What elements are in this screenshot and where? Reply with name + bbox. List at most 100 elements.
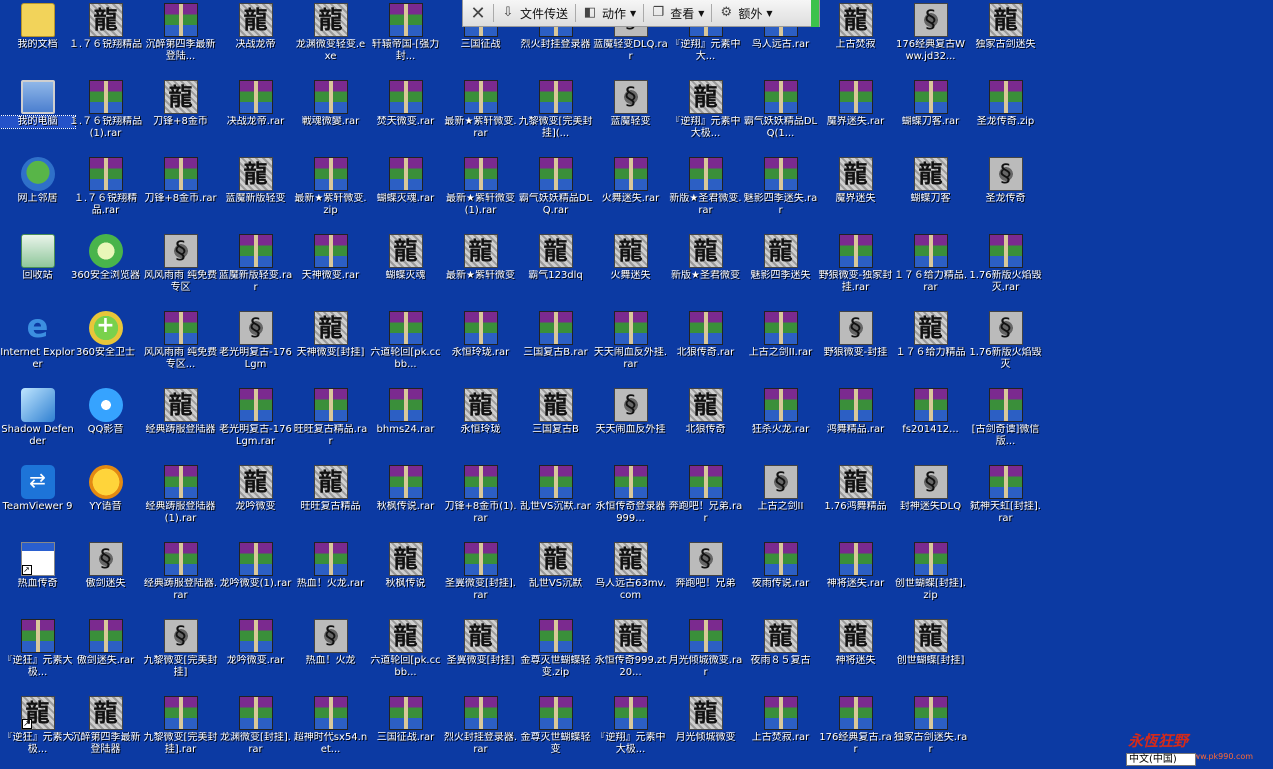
- desktop-icon[interactable]: 沉醉第四季最新登陆...: [143, 0, 218, 76]
- desktop-icon[interactable]: 北狼传奇.rar: [668, 308, 743, 384]
- desktop-icon[interactable]: 经典踌服登陆器.rar: [143, 539, 218, 615]
- desktop-icon[interactable]: 热血！火龙.rar: [293, 539, 368, 615]
- desktop-icon[interactable]: 轩辕帝国-[强力封...: [368, 0, 443, 76]
- desktop-icon[interactable]: 三国征战.rar: [368, 693, 443, 769]
- desktop-icon[interactable]: 三国复古B.rar: [518, 308, 593, 384]
- desktop-icon[interactable]: 刀锋+8金币.rar: [143, 154, 218, 230]
- desktop-icon[interactable]: 封神迷失DLQ: [893, 462, 968, 538]
- desktop-icon[interactable]: 决战龙帝.rar: [218, 77, 293, 153]
- desktop-icon[interactable]: 弑神天虹[封挂].rar: [968, 462, 1043, 538]
- desktop-icon[interactable]: 圣龙传奇: [968, 154, 1043, 230]
- desktop-icon[interactable]: 魅影四季迷失: [743, 231, 818, 307]
- desktop-icon[interactable]: 经典踌服登陆器(1).rar: [143, 462, 218, 538]
- desktop-icon[interactable]: 蓝魔新版轻变: [218, 154, 293, 230]
- extra-menu-button[interactable]: ⚙ 额外 ▼: [712, 0, 779, 27]
- desktop-icon[interactable]: 旺旺复古精品: [293, 462, 368, 538]
- desktop-icon[interactable]: 野狼微变-独家封挂.rar: [818, 231, 893, 307]
- desktop-icon[interactable]: 上古焚寂.rar: [743, 693, 818, 769]
- desktop-icon[interactable]: 经典踌服登陆器: [143, 385, 218, 461]
- desktop-icon[interactable]: 龙渊微变轻变.exe: [293, 0, 368, 76]
- desktop-icon[interactable]: 永恒玲珑: [443, 385, 518, 461]
- desktop-icon[interactable]: 金尊灭世蝴蝶轻变.zip: [518, 616, 593, 692]
- desktop-icon[interactable]: 我的文档: [0, 0, 75, 76]
- desktop-icon[interactable]: 六道轮回[pk.ccbb...: [368, 616, 443, 692]
- desktop-icon[interactable]: 秋枫传说: [368, 539, 443, 615]
- desktop-icon[interactable]: 鸿舞精品.rar: [818, 385, 893, 461]
- desktop-icon[interactable]: 九黎微变[完美封挂](...: [518, 77, 593, 153]
- desktop[interactable]: 我的文档我的电脑网上邻居回收站 Internet Explorer Shadow D…: [0, 0, 1273, 766]
- desktop-icon[interactable]: 蓝魔新版轻变.rar: [218, 231, 293, 307]
- desktop-icon[interactable]: 龙吟微变.rar: [218, 616, 293, 692]
- desktop-icon[interactable]: 狂杀火龙.rar: [743, 385, 818, 461]
- desktop-icon[interactable]: 夜雨８５复古: [743, 616, 818, 692]
- desktop-icon[interactable]: 金尊灭世蝴蝶轻变: [518, 693, 593, 769]
- desktop-icon[interactable]: 蓝魔轻变: [593, 77, 668, 153]
- desktop-icon[interactable]: 龙吟微变: [218, 462, 293, 538]
- desktop-icon[interactable]: 奔跑吧！兄弟: [668, 539, 743, 615]
- desktop-icon[interactable]: 创世蝴蝶[封挂]: [893, 616, 968, 692]
- desktop-icon[interactable]: １７６给力精品: [893, 308, 968, 384]
- desktop-icon[interactable]: 蝴蝶刀客.rar: [893, 77, 968, 153]
- desktop-icon[interactable]: 刀锋+8金币(1).rar: [443, 462, 518, 538]
- desktop-icon[interactable]: 蝴蝶灭魂.rar: [368, 154, 443, 230]
- desktop-icon[interactable]: 176经典复古Www.jd32...: [893, 0, 968, 76]
- desktop-icon[interactable]: 沉醉第四季最新登陆器: [68, 693, 143, 769]
- desktop-icon[interactable]: 霸气123dlq: [518, 231, 593, 307]
- desktop-icon[interactable]: YY语音: [68, 462, 143, 538]
- desktop-icon[interactable]: 天神微变.rar: [293, 231, 368, 307]
- desktop-icon[interactable]: 1.76新版火焰毁灭.rar: [968, 231, 1043, 307]
- desktop-icon[interactable]: 霸气妖妖精品DLQ.rar: [518, 154, 593, 230]
- desktop-icon[interactable]: 圣龙传奇.zip: [968, 77, 1043, 153]
- desktop-icon[interactable]: １７６给力精品.rar: [893, 231, 968, 307]
- desktop-icon[interactable]: Shadow Defender: [0, 385, 75, 461]
- desktop-icon[interactable]: 圣翼微变[封挂]: [443, 616, 518, 692]
- desktop-icon[interactable]: 网上邻居: [0, 154, 75, 230]
- desktop-icon[interactable]: １.７６锐翔精品: [68, 0, 143, 76]
- desktop-icon[interactable]: 永恒传奇登录器999...: [593, 462, 668, 538]
- desktop-icon[interactable]: 风风雨雨 纯免费专区: [143, 231, 218, 307]
- toolbar-handle[interactable]: [811, 0, 819, 27]
- desktop-icon[interactable]: 回收站: [0, 231, 75, 307]
- desktop-icon[interactable]: 新版★圣君微变.rar: [668, 154, 743, 230]
- desktop-icon[interactable]: 九黎微变[完美封挂].rar: [143, 693, 218, 769]
- desktop-icon[interactable]: [古剑奇谭]微信版...: [968, 385, 1043, 461]
- desktop-icon[interactable]: 新版★圣君微变: [668, 231, 743, 307]
- desktop-icon[interactable]: 天天闹血反外挂.rar: [593, 308, 668, 384]
- desktop-icon[interactable]: 火舞迷失: [593, 231, 668, 307]
- desktop-icon[interactable]: 龙吟微变(1).rar: [218, 539, 293, 615]
- desktop-icon[interactable]: 创世蝴蝶[封挂].zip: [893, 539, 968, 615]
- desktop-icon[interactable]: 鸟人远古63mv.com: [593, 539, 668, 615]
- desktop-icon[interactable]: 决战龙帝: [218, 0, 293, 76]
- desktop-icon[interactable]: 秋枫传说.rar: [368, 462, 443, 538]
- desktop-icon[interactable]: 神将迷失.rar: [818, 539, 893, 615]
- desktop-icon[interactable]: 蝴蝶灭魂: [368, 231, 443, 307]
- desktop-icon[interactable]: 独家古剑迷失: [968, 0, 1043, 76]
- desktop-icon[interactable]: 魔界迷失.rar: [818, 77, 893, 153]
- desktop-icon[interactable]: 上古之剑II.rar: [743, 308, 818, 384]
- desktop-icon[interactable]: Internet Explorer: [0, 308, 75, 384]
- ime-language-bar[interactable]: 中文(中国): [1126, 753, 1196, 766]
- desktop-icon[interactable]: 176经典复古.rar: [818, 693, 893, 769]
- desktop-icon[interactable]: 上古之剑II: [743, 462, 818, 538]
- desktop-icon[interactable]: 傲剑迷失: [68, 539, 143, 615]
- desktop-icon[interactable]: 永恒玲珑.rar: [443, 308, 518, 384]
- actions-menu-button[interactable]: ◧ 动作 ▼: [576, 0, 643, 27]
- desktop-icon[interactable]: 乱世VS沉默: [518, 539, 593, 615]
- desktop-icon[interactable]: 九黎微变[完美封挂]: [143, 616, 218, 692]
- desktop-icon[interactable]: 最新★紫轩微变.rar: [443, 77, 518, 153]
- desktop-icon[interactable]: 上古焚寂: [818, 0, 893, 76]
- view-menu-button[interactable]: ❐ 查看 ▼: [644, 0, 711, 27]
- desktop-icon[interactable]: 老光明复古-176Lgm.rar: [218, 385, 293, 461]
- desktop-icon[interactable]: 『逆翔』元素中大极...: [668, 77, 743, 153]
- desktop-icon[interactable]: 360安全卫士: [68, 308, 143, 384]
- desktop-icon[interactable]: 1.76鸿舞精品: [818, 462, 893, 538]
- desktop-icon[interactable]: QQ影音: [68, 385, 143, 461]
- desktop-icon[interactable]: 『逆翔』元素中大极...: [593, 693, 668, 769]
- desktop-icon[interactable]: 奔跑吧！兄弟.rar: [668, 462, 743, 538]
- desktop-icon[interactable]: 『逆狂』元素大极...: [0, 616, 75, 692]
- desktop-icon[interactable]: 魅影四季迷失.rar: [743, 154, 818, 230]
- desktop-icon[interactable]: 神将迷失: [818, 616, 893, 692]
- desktop-icon[interactable]: TeamViewer 9: [0, 462, 75, 538]
- desktop-icon[interactable]: １.７６锐翔精品(1).rar: [68, 77, 143, 153]
- desktop-icon[interactable]: 焚天微变.rar: [368, 77, 443, 153]
